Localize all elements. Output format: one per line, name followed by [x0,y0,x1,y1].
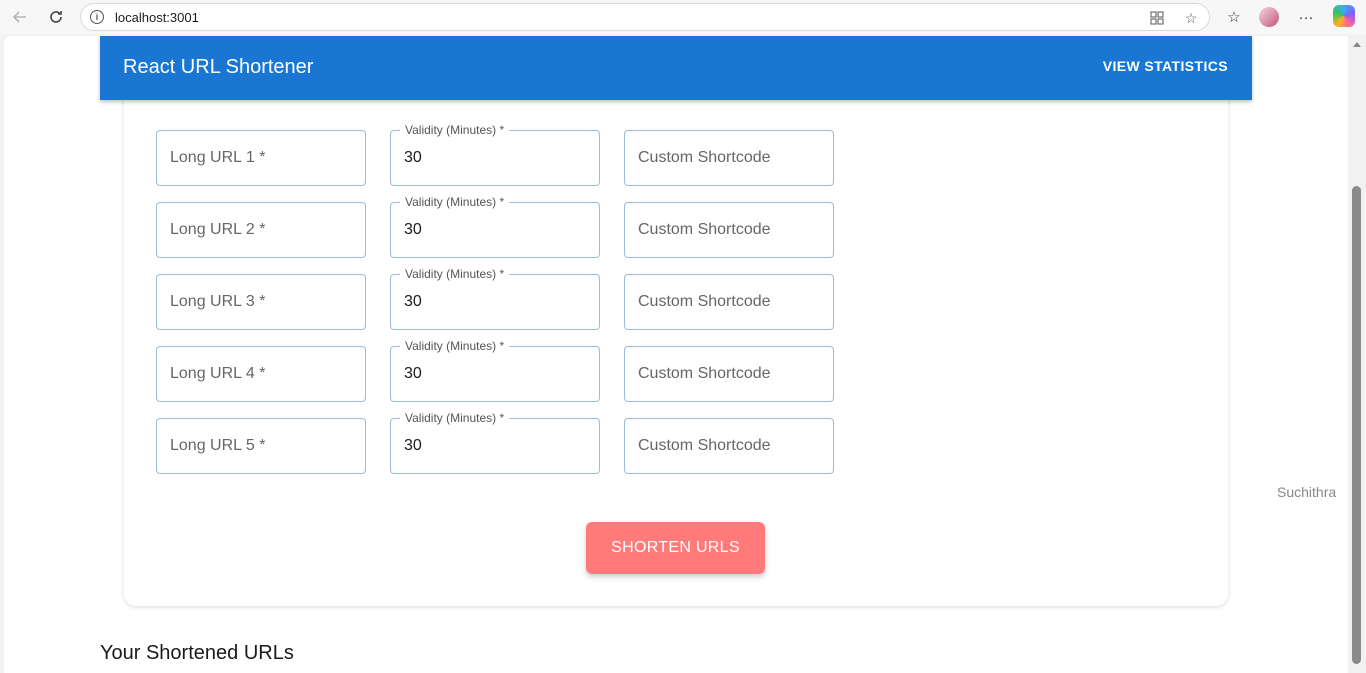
address-url[interactable]: localhost:3001 [115,10,199,25]
shortcode-placeholder: Custom Shortcode [638,149,771,166]
favorites-icon[interactable]: ☆ [1222,5,1246,29]
long-url-5-input[interactable]: Long URL 5 * [156,418,366,474]
validity-value: 30 [404,221,422,238]
copilot-icon[interactable] [1333,5,1355,27]
info-icon[interactable]: i [90,10,104,24]
shortcode-placeholder: Custom Shortcode [638,437,771,454]
app-header: React URL Shortener VIEW STATISTICS [100,36,1252,100]
shortcode-4-input[interactable]: Custom Shortcode [624,346,834,402]
page-viewport: Long URL 1 * Validity (Minutes) * 30 Cus… [4,36,1348,673]
page-scrollbar[interactable] [1348,36,1366,673]
validity-value: 30 [404,149,422,166]
validity-4-input[interactable]: Validity (Minutes) * 30 [390,340,600,402]
validity-1-input[interactable]: Validity (Minutes) * 30 [390,124,600,186]
validity-value: 30 [404,293,422,310]
shortened-urls-heading: Your Shortened URLs [100,642,294,664]
star-favorite-icon[interactable]: ☆ [1182,9,1200,27]
validity-value: 30 [404,365,422,382]
app-title: React URL Shortener [123,56,314,78]
validity-label: Validity (Minutes) * [400,196,510,209]
scroll-thumb[interactable] [1352,186,1361,664]
long-url-1-input[interactable]: Long URL 1 * [156,130,366,186]
reload-icon[interactable] [44,5,68,29]
shortcode-5-input[interactable]: Custom Shortcode [624,418,834,474]
profile-avatar[interactable] [1259,7,1279,27]
shortcode-1-input[interactable]: Custom Shortcode [624,130,834,186]
shorten-urls-button[interactable]: SHORTEN URLS [586,522,765,574]
long-url-placeholder: Long URL 5 * [170,437,266,454]
validity-label: Validity (Minutes) * [400,340,510,353]
long-url-2-input[interactable]: Long URL 2 * [156,202,366,258]
long-url-3-input[interactable]: Long URL 3 * [156,274,366,330]
view-statistics-button[interactable]: VIEW STATISTICS [1103,58,1228,74]
long-url-placeholder: Long URL 4 * [170,365,266,382]
long-url-4-input[interactable]: Long URL 4 * [156,346,366,402]
shortcode-2-input[interactable]: Custom Shortcode [624,202,834,258]
browser-toolbar: i localhost:3001 ☆ ☆ ··· [0,0,1366,34]
validity-2-input[interactable]: Validity (Minutes) * 30 [390,196,600,258]
validity-label: Validity (Minutes) * [400,412,510,425]
scroll-up-arrow-icon[interactable] [1353,42,1361,47]
shortcode-3-input[interactable]: Custom Shortcode [624,274,834,330]
more-menu-icon[interactable]: ··· [1294,5,1318,29]
validity-label: Validity (Minutes) * [400,268,510,281]
validity-value: 30 [404,437,422,454]
address-bar[interactable]: i localhost:3001 ☆ [80,3,1210,31]
shortcode-placeholder: Custom Shortcode [638,221,771,238]
author-name: Suchithra [1277,484,1337,500]
back-arrow-icon[interactable] [8,5,32,29]
shortcode-placeholder: Custom Shortcode [638,365,771,382]
apps-grid-icon[interactable] [1148,9,1166,27]
shortcode-placeholder: Custom Shortcode [638,293,771,310]
validity-3-input[interactable]: Validity (Minutes) * 30 [390,268,600,330]
long-url-placeholder: Long URL 1 * [170,149,266,166]
long-url-placeholder: Long URL 3 * [170,293,266,310]
validity-label: Validity (Minutes) * [400,124,510,137]
long-url-placeholder: Long URL 2 * [170,221,266,238]
validity-5-input[interactable]: Validity (Minutes) * 30 [390,412,600,474]
